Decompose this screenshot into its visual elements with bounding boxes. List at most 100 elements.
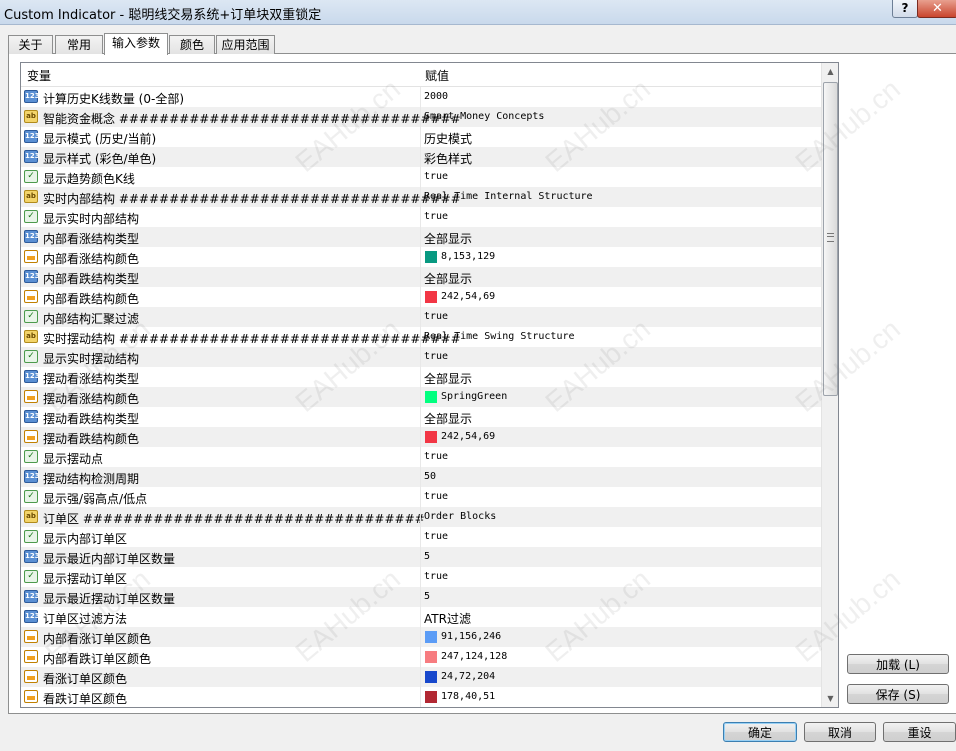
parameter-row[interactable]: 123 计算历史K线数量 (0-全部) 2000 [21,87,821,107]
parameter-row[interactable]: ab 智能资金概念 ###############################… [21,107,821,127]
scroll-up-arrow-icon[interactable]: ▲ [822,63,838,80]
tab-common[interactable]: 常用 [55,35,103,54]
parameter-row[interactable]: 123 显示模式 (历史/当前) 历史模式 [21,127,821,147]
save-button[interactable]: 保存 (S) [847,684,949,704]
parameter-row[interactable]: 123 内部看涨结构类型 全部显示 [21,227,821,247]
parameter-row[interactable]: ✓ 显示趋势颜色K线 true [21,167,821,187]
parameter-value[interactable]: 50 [424,471,436,482]
parameter-row[interactable]: 123 摆动看涨结构类型 全部显示 [21,367,821,387]
parameter-row[interactable]: 123 摆动看跌结构类型 全部显示 [21,407,821,427]
parameter-value[interactable]: true [424,171,448,182]
parameter-value[interactable]: 彩色样式 [424,150,472,167]
parameter-row[interactable]: ab 实时内部结构 ###############################… [21,187,821,207]
parameter-value[interactable]: 178,40,51 [441,691,495,702]
tab-colors[interactable]: 颜色 [169,35,215,54]
scroll-thumb[interactable] [823,82,838,396]
column-divider [420,607,421,627]
parameters-grid[interactable]: 变量 赋值 123 计算历史K线数量 (0-全部) 2000 ab 智能资金概念 ###… [20,62,839,708]
parameter-value[interactable]: true [424,491,448,502]
tab-inputs[interactable]: 输入参数 [104,33,168,55]
param-type-int-icon: 123 [24,370,40,383]
column-divider [420,667,421,687]
parameter-value[interactable]: 242,54,69 [441,431,495,442]
parameter-value[interactable]: Smart Money Concepts [424,111,544,122]
help-button[interactable]: ? [892,0,918,18]
parameter-value[interactable]: Real Time Internal Structure [424,191,593,202]
parameter-value[interactable]: 2000 [424,91,448,102]
column-header-value[interactable]: 赋值 [425,67,449,84]
column-divider [420,687,421,707]
scroll-down-arrow-icon[interactable]: ▼ [822,690,838,707]
parameter-row[interactable]: 内部看涨订单区颜色 91,156,246 [21,627,821,647]
parameter-value[interactable]: true [424,451,448,462]
parameter-row[interactable]: 摆动看跌结构颜色 242,54,69 [21,427,821,447]
param-type-bool-icon: ✓ [24,570,38,583]
parameter-row[interactable]: 看跌订单区颜色 178,40,51 [21,687,821,707]
param-type-bool-icon: ✓ [24,490,38,503]
parameter-row[interactable]: 内部看涨结构颜色 8,153,129 [21,247,821,267]
param-type-color-icon [24,630,38,643]
parameter-row[interactable]: ✓ 显示内部订单区 true [21,527,821,547]
ok-button[interactable]: 确定 [723,722,797,742]
column-divider [420,407,421,427]
parameter-name: 显示实时内部结构 [43,212,140,226]
load-button[interactable]: 加载 (L) [847,654,949,674]
parameter-value[interactable]: true [424,571,448,582]
param-type-color-icon [24,670,38,683]
parameter-row[interactable]: 123 摆动结构检测周期 50 [21,467,821,487]
parameter-value[interactable]: 全部显示 [424,270,472,287]
parameter-row[interactable]: ✓ 显示实时内部结构 true [21,207,821,227]
parameter-value[interactable]: 247,124,128 [441,651,507,662]
column-divider [420,187,421,207]
parameter-value[interactable]: Order Blocks [424,511,496,522]
parameter-value[interactable]: 历史模式 [424,130,472,147]
parameter-value[interactable]: 24,72,204 [441,671,495,682]
parameter-row[interactable]: ✓ 显示摆动点 true [21,447,821,467]
parameter-row[interactable]: 123 订单区过滤方法 ATR过滤 [21,607,821,627]
title-bar: Custom Indicator - 聪明线交易系统+订单块双重锁定 ? ✕ [0,0,956,25]
parameter-value[interactable]: 全部显示 [424,370,472,387]
parameter-row[interactable]: 内部看跌结构颜色 242,54,69 [21,287,821,307]
parameter-value[interactable]: true [424,211,448,222]
column-divider [420,487,421,507]
parameter-value[interactable]: true [424,351,448,362]
cancel-button[interactable]: 取消 [804,722,876,742]
parameter-row[interactable]: 摆动看涨结构颜色 SpringGreen [21,387,821,407]
parameter-value[interactable]: ATR过滤 [424,610,471,627]
param-type-int-icon: 123 [24,90,40,103]
parameter-value[interactable]: 242,54,69 [441,291,495,302]
close-button[interactable]: ✕ [917,0,956,18]
vertical-scrollbar[interactable]: ▲ ▼ [821,63,838,707]
parameter-value[interactable]: 8,153,129 [441,251,495,262]
parameter-row[interactable]: ✓ 显示强/弱高点/低点 true [21,487,821,507]
parameter-row[interactable]: 123 显示最近摆动订单区数量 5 [21,587,821,607]
parameter-row[interactable]: 123 内部看跌结构类型 全部显示 [21,267,821,287]
parameter-value[interactable]: Real Time Swing Structure [424,331,575,342]
parameter-row[interactable]: 123 显示样式 (彩色/单色) 彩色样式 [21,147,821,167]
parameter-value[interactable]: true [424,531,448,542]
parameter-row[interactable]: ✓ 内部结构汇聚过滤 true [21,307,821,327]
param-type-color-icon [24,650,38,663]
parameter-row[interactable]: ab 实时摆动结构 ###############################… [21,327,821,347]
column-divider [420,627,421,647]
parameter-row[interactable]: ✓ 显示实时摆动结构 true [21,347,821,367]
parameter-value[interactable]: 全部显示 [424,410,472,427]
parameter-value[interactable]: SpringGreen [441,391,507,402]
parameter-value[interactable]: 5 [424,591,430,602]
parameter-value[interactable]: 5 [424,551,430,562]
reset-button[interactable]: 重设 [883,722,956,742]
param-type-int-icon: 123 [24,410,40,423]
param-type-color-icon [24,430,38,443]
parameter-value[interactable]: true [424,311,448,322]
parameter-row[interactable]: ab 订单区 ##################################… [21,507,821,527]
parameter-row[interactable]: 内部看跌订单区颜色 247,124,128 [21,647,821,667]
parameter-value[interactable]: 91,156,246 [441,631,501,642]
parameter-row[interactable]: 看涨订单区颜色 24,72,204 [21,667,821,687]
parameter-row[interactable]: 123 显示最近内部订单区数量 5 [21,547,821,567]
parameter-row[interactable]: ✓ 显示摆动订单区 true [21,567,821,587]
grip-icon [827,233,834,242]
tab-about[interactable]: 关于 [8,35,53,54]
parameter-value[interactable]: 全部显示 [424,230,472,247]
tab-scope[interactable]: 应用范围 [216,35,275,54]
column-header-variable[interactable]: 变量 [27,67,51,84]
